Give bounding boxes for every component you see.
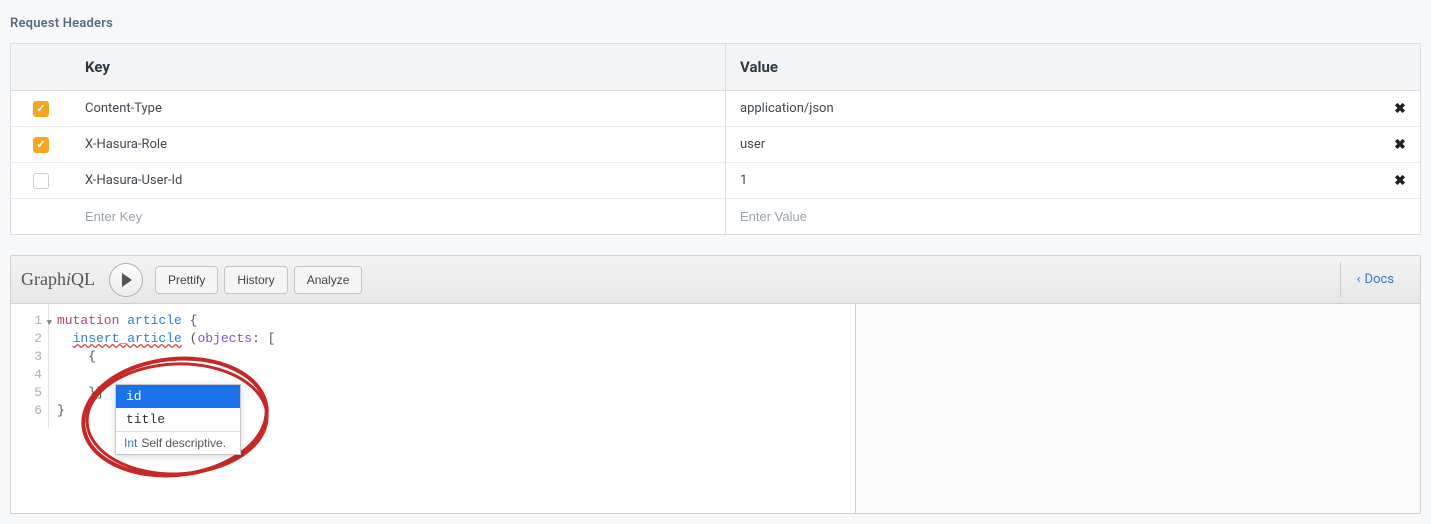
header-checkbox[interactable]: ✓ [33, 137, 49, 153]
query-editor[interactable]: 1▼ 2 3 4 5 6 mutation article { insert_a… [11, 304, 856, 513]
history-button[interactable]: History [224, 266, 287, 294]
analyze-button[interactable]: Analyze [294, 266, 363, 294]
result-pane [856, 304, 1420, 513]
autocomplete-popup: id title Int Self descriptive. [115, 384, 241, 455]
table-row: X-Hasura-User-Id 1 ✖ [11, 163, 1420, 199]
header-key[interactable]: X-Hasura-Role [71, 127, 726, 162]
execute-query-button[interactable] [109, 263, 143, 297]
header-col-key: Key [71, 44, 726, 90]
header-col-value: Value [726, 44, 1380, 90]
autocomplete-item[interactable]: id [116, 385, 240, 408]
fold-caret-icon[interactable]: ▼ [47, 314, 52, 332]
line-gutter: 1▼ 2 3 4 5 6 [11, 304, 49, 428]
header-checkbox[interactable] [33, 173, 49, 189]
table-row: ✓ Content-Type application/json ✖ [11, 91, 1420, 127]
graphiql-logo: GraphiQL [21, 269, 95, 290]
header-value[interactable]: 1 [726, 163, 1380, 198]
header-value[interactable]: user [726, 127, 1380, 162]
editor-panes: 1▼ 2 3 4 5 6 mutation article { insert_a… [10, 304, 1421, 514]
docs-toggle[interactable]: ‹ Docs [1340, 262, 1410, 297]
delete-header-icon[interactable]: ✖ [1394, 137, 1406, 153]
docs-label: Docs [1365, 272, 1394, 287]
chevron-left-icon: ‹ [1357, 272, 1361, 287]
graphiql-toolbar: GraphiQL Prettify History Analyze ‹ Docs [10, 255, 1421, 304]
play-icon [122, 273, 132, 287]
header-value[interactable]: application/json [726, 91, 1380, 126]
new-header-value-input[interactable] [740, 209, 1366, 224]
autocomplete-hint-type: Int [124, 436, 137, 450]
request-headers-title: Request Headers [10, 16, 1421, 31]
table-row-new [11, 199, 1420, 234]
header-key[interactable]: Content-Type [71, 91, 726, 126]
table-row: ✓ X-Hasura-Role user ✖ [11, 127, 1420, 163]
autocomplete-hint: Int Self descriptive. [116, 431, 240, 454]
header-checkbox[interactable]: ✓ [33, 101, 49, 117]
header-key[interactable]: X-Hasura-User-Id [71, 163, 726, 198]
autocomplete-item[interactable]: title [116, 408, 240, 431]
new-header-key-input[interactable] [85, 209, 711, 224]
delete-header-icon[interactable]: ✖ [1394, 101, 1406, 117]
delete-header-icon[interactable]: ✖ [1394, 173, 1406, 189]
autocomplete-hint-desc: Self descriptive. [141, 436, 226, 450]
headers-table-head: Key Value [11, 44, 1420, 91]
prettify-button[interactable]: Prettify [155, 266, 218, 294]
headers-table: Key Value ✓ Content-Type application/jso… [10, 43, 1421, 235]
